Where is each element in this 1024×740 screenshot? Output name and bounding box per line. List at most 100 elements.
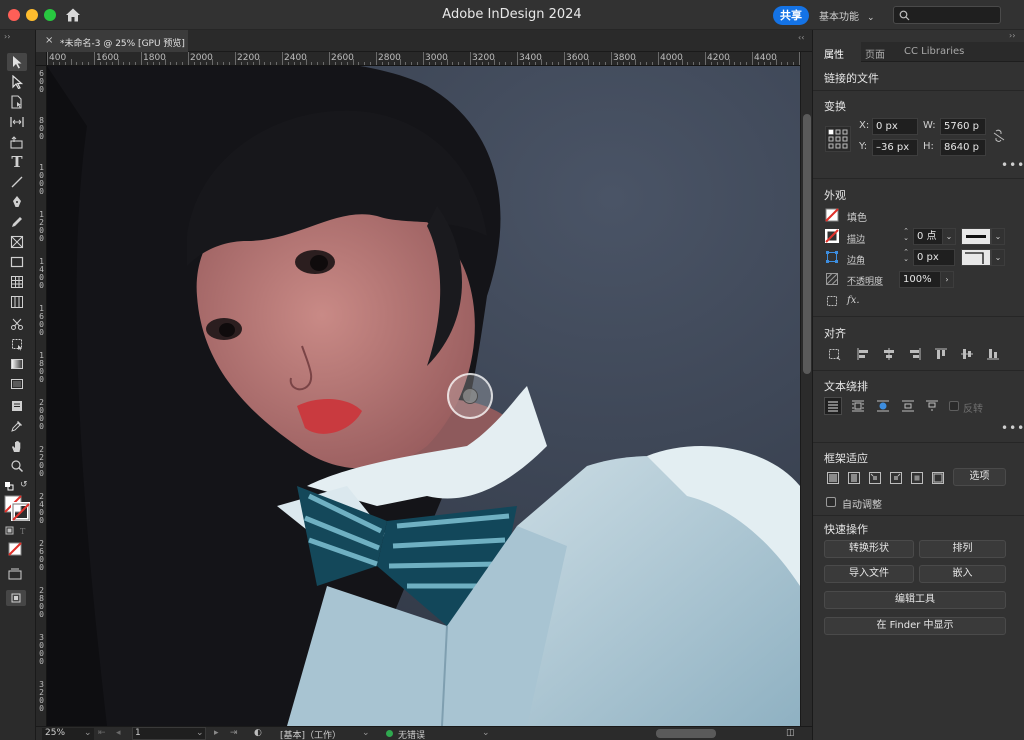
page-number-field[interactable]: 1 xyxy=(132,727,206,740)
formatting-container-icon[interactable]: T xyxy=(5,526,31,539)
collapse-panel-icon[interactable]: ‹‹ xyxy=(798,33,804,42)
stroke-type-dropdown-icon[interactable]: ⌄ xyxy=(991,228,1005,245)
content-aware-fit-icon[interactable] xyxy=(929,469,947,487)
screen-mode-icon[interactable] xyxy=(8,568,22,583)
preflight-status-label[interactable]: 无错误 xyxy=(398,728,425,740)
auto-fit-checkbox[interactable] xyxy=(826,497,836,507)
opacity-dropdown-icon[interactable]: › xyxy=(940,271,954,288)
y-position-field[interactable]: –36 px xyxy=(872,139,918,156)
height-field[interactable]: 8640 p xyxy=(940,139,986,156)
selection-frame-icon[interactable] xyxy=(823,292,841,310)
corner-options-icon[interactable] xyxy=(823,248,841,266)
split-layout-icon[interactable]: ◫ xyxy=(786,728,795,738)
center-content-icon[interactable] xyxy=(908,469,926,487)
align-vertical-centers-icon[interactable] xyxy=(958,345,976,363)
vertical-scrollbar[interactable] xyxy=(800,52,812,726)
swap-fill-stroke-icon[interactable]: ↺ xyxy=(20,480,28,490)
home-icon[interactable] xyxy=(64,6,82,24)
preflight-dropdown-icon[interactable]: ⌄ xyxy=(482,728,490,738)
previous-page-icon[interactable]: ◂ xyxy=(116,728,121,738)
ruler-origin[interactable] xyxy=(36,52,47,66)
tab-properties[interactable]: 属性 xyxy=(824,46,844,61)
gradient-feather-tool-icon[interactable] xyxy=(7,375,27,393)
close-tab-icon[interactable]: × xyxy=(45,35,53,46)
collapse-tools-icon[interactable]: ›› xyxy=(4,32,10,41)
preview-mode-icon[interactable] xyxy=(6,590,26,606)
align-horizontal-centers-icon[interactable] xyxy=(880,345,898,363)
stroke-label[interactable]: 描边 xyxy=(847,232,865,245)
placed-photo[interactable] xyxy=(47,66,800,726)
next-page-icon[interactable]: ▸ xyxy=(214,728,219,738)
rectangle-tool-icon[interactable] xyxy=(7,253,27,271)
eyedropper-tool-icon[interactable] xyxy=(7,417,27,435)
opacity-label[interactable]: 不透明度 xyxy=(847,274,883,287)
fill-none-icon[interactable] xyxy=(823,206,841,224)
table-tool-icon[interactable] xyxy=(7,273,27,291)
align-top-edges-icon[interactable] xyxy=(932,345,950,363)
more-options-icon[interactable]: ••• xyxy=(1001,421,1024,435)
x-position-field[interactable]: 0 px xyxy=(872,118,918,135)
zoom-dropdown-icon[interactable]: ⌄ xyxy=(84,728,92,738)
default-fill-stroke-icon[interactable] xyxy=(4,481,14,494)
effects-fx-button[interactable]: fx. xyxy=(847,295,860,306)
invert-wrap-checkbox[interactable] xyxy=(949,401,959,411)
scissors-tool-icon[interactable] xyxy=(7,315,27,333)
pen-tool-icon[interactable] xyxy=(7,193,27,211)
arrange-button[interactable]: 排列 xyxy=(919,540,1006,558)
tab-pages[interactable]: 页面 xyxy=(865,46,885,61)
page-tool-icon[interactable] xyxy=(7,93,27,111)
align-bottom-edges-icon[interactable] xyxy=(984,345,1002,363)
reference-point-icon[interactable] xyxy=(825,126,851,152)
horizontal-ruler[interactable]: 400 1600 1800 2000 2200 2400 2600 2800 3000 3200 3… xyxy=(47,52,800,66)
selection-tool-icon[interactable] xyxy=(7,53,27,71)
gradient-swatch-tool-icon[interactable] xyxy=(7,355,27,373)
stroke-type-field[interactable] xyxy=(961,228,991,245)
align-left-edges-icon[interactable] xyxy=(854,345,872,363)
apply-none-icon[interactable] xyxy=(8,542,22,559)
hand-tool-icon[interactable] xyxy=(7,437,27,455)
pencil-tool-icon[interactable] xyxy=(7,213,27,231)
vertical-ruler[interactable]: 600 800 1000 1200 1400 1600 1800 2000 2200 2400 26… xyxy=(36,66,47,726)
window-close-button[interactable] xyxy=(8,9,20,21)
document-canvas[interactable] xyxy=(47,66,800,726)
wrap-bounding-box-icon[interactable] xyxy=(849,397,867,415)
frame-fitting-options-button[interactable]: 选项 xyxy=(953,468,1006,486)
jump-object-icon[interactable] xyxy=(899,397,917,415)
fill-stroke-swatch-icon[interactable] xyxy=(4,495,31,524)
zoom-tool-icon[interactable] xyxy=(7,457,27,475)
convert-shape-button[interactable]: 转换形状 xyxy=(824,540,914,558)
align-to-selection-icon[interactable] xyxy=(825,345,843,363)
fit-content-proportionally-icon[interactable] xyxy=(845,469,863,487)
direct-selection-tool-icon[interactable] xyxy=(7,73,27,91)
type-tool-icon[interactable]: T xyxy=(7,153,27,171)
note-tool-icon[interactable] xyxy=(7,397,27,415)
window-minimize-button[interactable] xyxy=(26,9,38,21)
mode-dropdown-icon[interactable]: ⌄ xyxy=(362,728,370,738)
stroke-none-icon[interactable] xyxy=(823,227,841,245)
corner-shape-dropdown-icon[interactable]: ⌄ xyxy=(991,249,1005,266)
constrain-proportions-icon[interactable] xyxy=(990,127,1008,145)
document-tab[interactable]: × *未命名-3 @ 25% [GPU 预览] xyxy=(36,30,188,52)
corner-size-field[interactable]: 0 px xyxy=(913,249,955,266)
search-input[interactable] xyxy=(893,6,1001,24)
edit-tools-button[interactable]: 编辑工具 xyxy=(824,591,1006,609)
wrap-object-shape-icon[interactable] xyxy=(874,397,892,415)
first-page-icon[interactable]: ⇤ xyxy=(98,728,106,738)
opacity-field[interactable]: 100% xyxy=(899,271,941,288)
stroke-weight-field[interactable]: 0 点 xyxy=(913,228,943,245)
more-options-icon[interactable]: ••• xyxy=(1001,158,1024,172)
import-file-button[interactable]: 导入文件 xyxy=(824,565,914,583)
grid-tool-icon[interactable] xyxy=(7,293,27,311)
width-field[interactable]: 5760 p xyxy=(940,118,986,135)
document-mode-label[interactable]: [基本]（工作） xyxy=(280,728,341,740)
align-right-edges-icon[interactable] xyxy=(906,345,924,363)
corner-shape-field[interactable] xyxy=(961,249,991,266)
rectangle-frame-tool-icon[interactable] xyxy=(7,233,27,251)
open-page-icon[interactable]: ◐ xyxy=(254,728,262,738)
content-collector-tool-icon[interactable] xyxy=(7,133,27,151)
last-page-icon[interactable]: ⇥ xyxy=(230,728,238,738)
corner-label[interactable]: 边角 xyxy=(847,253,865,266)
fit-content-to-frame-icon[interactable] xyxy=(887,469,905,487)
window-maximize-button[interactable] xyxy=(44,9,56,21)
line-tool-icon[interactable] xyxy=(7,173,27,191)
